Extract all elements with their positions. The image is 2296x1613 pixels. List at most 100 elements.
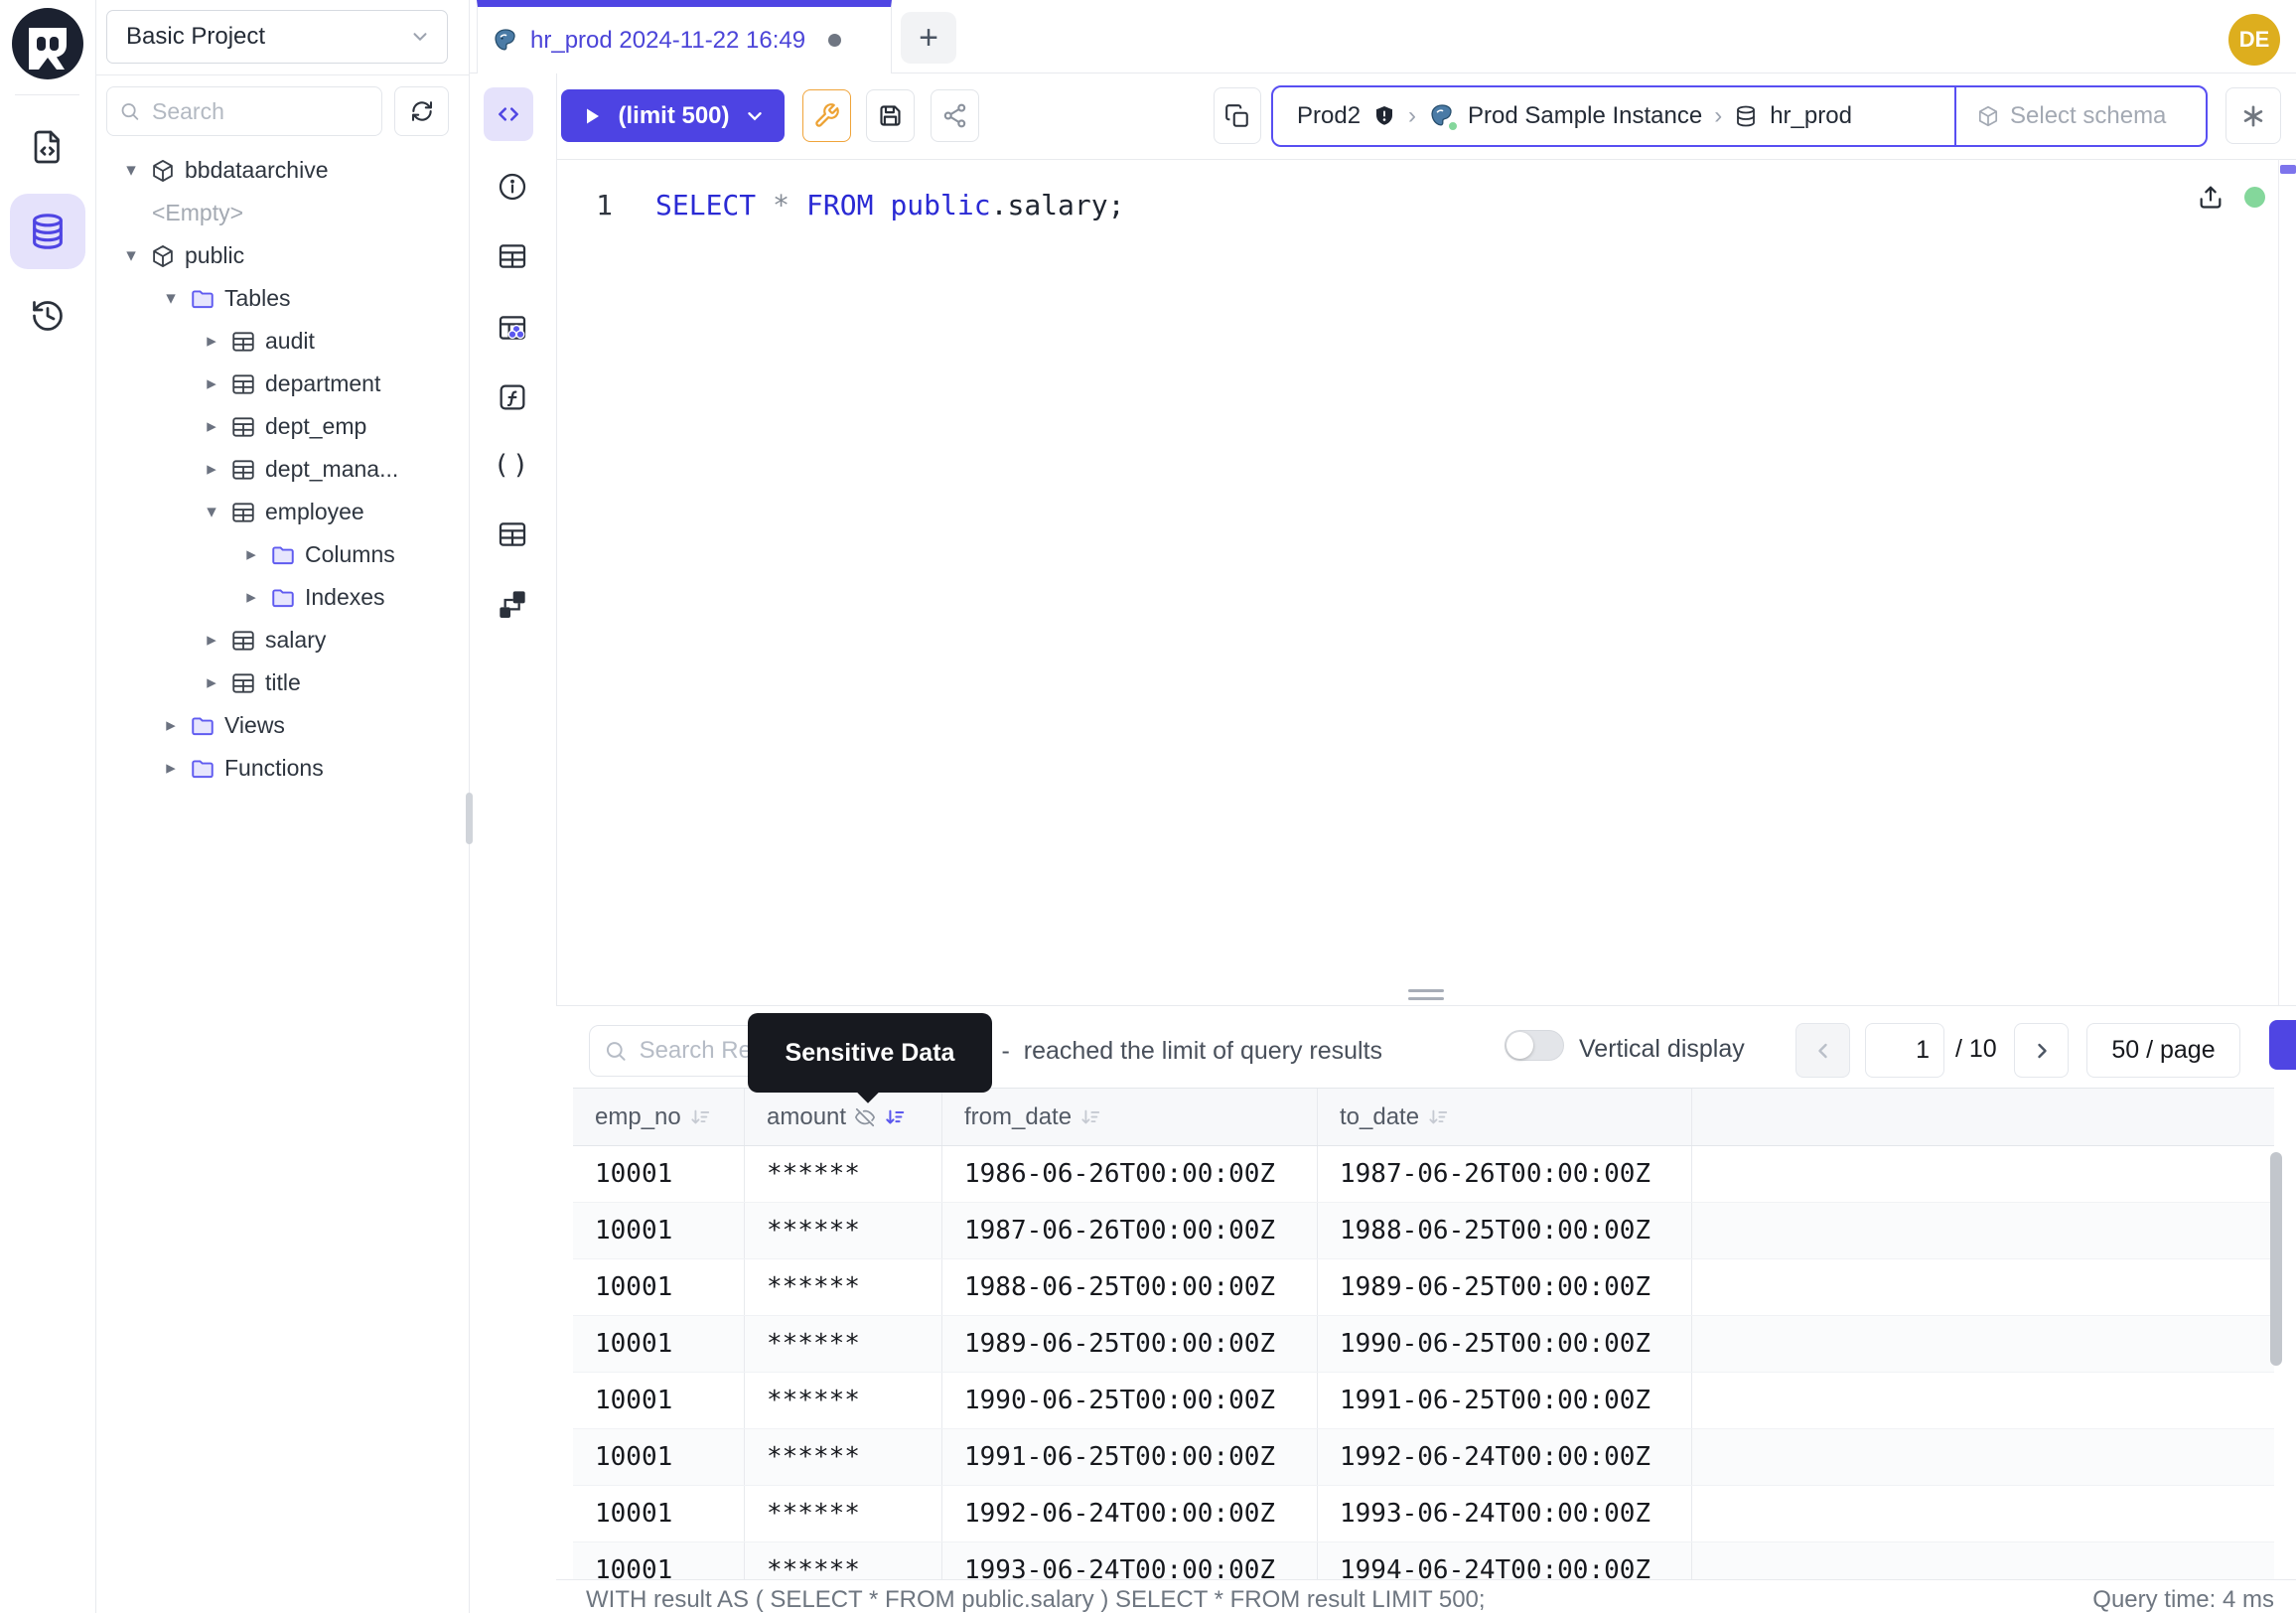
panel-resize-handle[interactable] <box>1408 989 1444 992</box>
cell-emp-no[interactable]: 10001 <box>573 1203 745 1258</box>
strip-item-info[interactable] <box>496 170 529 204</box>
sidebar-resize-handle[interactable] <box>466 793 473 844</box>
prev-page-button[interactable] <box>1795 1023 1850 1078</box>
cell-amount-masked[interactable]: ****** <box>745 1146 942 1202</box>
tree-item-functions-folder[interactable]: ▸ Functions <box>96 747 470 790</box>
eye-off-icon[interactable] <box>854 1106 876 1128</box>
sql-editor-line[interactable]: SELECT*FROMpublic.salary; <box>655 189 1124 221</box>
table-row-partial[interactable]: 10001 ****** 1993-06-24T00:00:00Z 1994-0… <box>573 1542 2274 1579</box>
sort-icon[interactable] <box>1079 1106 1101 1128</box>
tree-item-database[interactable]: ▾ bbdataarchive <box>96 149 470 192</box>
table-row[interactable]: 10001 ****** 1988-06-25T00:00:00Z 1989-0… <box>573 1259 2274 1316</box>
caret-down-icon[interactable]: ▾ <box>202 501 221 523</box>
tab-hr-prod[interactable]: hr_prod 2024-11-22 16:49 <box>477 0 892 73</box>
tree-item-table-title[interactable]: ▸ title <box>96 661 470 704</box>
strip-item-masked-data[interactable] <box>496 311 529 345</box>
tree-item-indexes-folder[interactable]: ▸ Indexes <box>96 576 470 619</box>
cell-to-date[interactable]: 1994-06-24T00:00:00Z <box>1318 1542 1692 1579</box>
strip-item-editor-active[interactable] <box>484 87 533 141</box>
caret-right-icon[interactable]: ▸ <box>161 714 181 737</box>
sort-icon[interactable] <box>1427 1106 1449 1128</box>
cell-to-date[interactable]: 1990-06-25T00:00:00Z <box>1318 1316 1692 1372</box>
cell-to-date[interactable]: 1993-06-24T00:00:00Z <box>1318 1486 1692 1541</box>
run-query-button[interactable]: (limit 500) <box>561 89 785 142</box>
tree-item-table-salary[interactable]: ▸ salary <box>96 619 470 661</box>
format-sql-button[interactable] <box>802 89 851 142</box>
cell-emp-no[interactable]: 10001 <box>573 1542 745 1579</box>
current-page-box[interactable]: 1 <box>1865 1023 1944 1078</box>
caret-right-icon[interactable]: ▸ <box>202 372 221 395</box>
cell-emp-no[interactable]: 10001 <box>573 1373 745 1428</box>
cell-emp-no[interactable]: 10001 <box>573 1259 745 1315</box>
tree-item-views-folder[interactable]: ▸ Views <box>96 704 470 747</box>
rail-item-worksheets[interactable] <box>30 129 66 165</box>
column-header-emp-no[interactable]: emp_no <box>573 1089 745 1145</box>
instance-label[interactable]: Prod Sample Instance <box>1468 102 1702 130</box>
cell-amount-masked[interactable]: ****** <box>745 1316 942 1372</box>
strip-item-schema-diagram[interactable] <box>496 587 529 621</box>
cell-to-date[interactable]: 1992-06-24T00:00:00Z <box>1318 1429 1692 1485</box>
cell-to-date[interactable]: 1988-06-25T00:00:00Z <box>1318 1203 1692 1258</box>
refresh-tree-button[interactable] <box>394 86 449 136</box>
cell-to-date[interactable]: 1989-06-25T00:00:00Z <box>1318 1259 1692 1315</box>
tree-item-table-department[interactable]: ▸ department <box>96 363 470 405</box>
chevron-down-icon[interactable] <box>744 105 766 127</box>
upload-sql-button[interactable] <box>2197 183 2224 211</box>
schema-selector[interactable]: Select schema <box>1954 87 2166 145</box>
next-page-button[interactable] <box>2014 1023 2069 1078</box>
caret-right-icon[interactable]: ▸ <box>161 757 181 780</box>
cell-from-date[interactable]: 1992-06-24T00:00:00Z <box>942 1486 1318 1541</box>
cell-amount-masked[interactable]: ****** <box>745 1486 942 1541</box>
batch-query-button[interactable] <box>1214 87 1261 144</box>
column-header-to-date[interactable]: to_date <box>1318 1089 1692 1145</box>
cell-emp-no[interactable]: 10001 <box>573 1146 745 1202</box>
caret-down-icon[interactable]: ▾ <box>161 287 181 310</box>
table-row[interactable]: 10001 ****** 1991-06-25T00:00:00Z 1992-0… <box>573 1429 2274 1486</box>
app-logo[interactable] <box>12 8 83 79</box>
caret-right-icon[interactable]: ▸ <box>202 671 221 694</box>
rail-item-databases-active[interactable] <box>10 194 85 269</box>
connection-context[interactable]: Prod2 › Prod Sample Instance › <box>1271 85 2208 147</box>
results-scrollbar-thumb[interactable] <box>2270 1152 2282 1366</box>
caret-right-icon[interactable]: ▸ <box>202 458 221 481</box>
database-label[interactable]: hr_prod <box>1770 102 1852 130</box>
rail-item-history[interactable] <box>30 298 66 334</box>
export-button-clipped[interactable] <box>2269 1020 2296 1070</box>
cell-emp-no[interactable]: 10001 <box>573 1429 745 1485</box>
tree-item-schema-public[interactable]: ▾ public <box>96 234 470 277</box>
table-row[interactable]: 10001 ****** 1989-06-25T00:00:00Z 1990-0… <box>573 1316 2274 1373</box>
caret-right-icon[interactable]: ▸ <box>202 330 221 353</box>
table-row[interactable]: 10001 ****** 1987-06-26T00:00:00Z 1988-0… <box>573 1203 2274 1259</box>
cell-amount-masked[interactable]: ****** <box>745 1542 942 1579</box>
cell-amount-masked[interactable]: ****** <box>745 1373 942 1428</box>
caret-down-icon[interactable]: ▾ <box>121 244 141 267</box>
cell-from-date[interactable]: 1990-06-25T00:00:00Z <box>942 1373 1318 1428</box>
tree-item-tables-folder[interactable]: ▾ Tables <box>96 277 470 320</box>
strip-item-external-tables[interactable] <box>496 517 529 551</box>
strip-item-functions[interactable] <box>496 380 529 414</box>
tree-item-columns-folder[interactable]: ▸ Columns <box>96 533 470 576</box>
table-row[interactable]: 10001 ****** 1986-06-26T00:00:00Z 1987-0… <box>573 1146 2274 1203</box>
caret-right-icon[interactable]: ▸ <box>241 543 261 566</box>
cell-from-date[interactable]: 1993-06-24T00:00:00Z <box>942 1542 1318 1579</box>
cell-emp-no[interactable]: 10001 <box>573 1486 745 1541</box>
share-sheet-button[interactable] <box>931 89 979 142</box>
cell-amount-masked[interactable]: ****** <box>745 1429 942 1485</box>
strip-item-tables[interactable] <box>496 239 529 273</box>
cell-amount-masked[interactable]: ****** <box>745 1259 942 1315</box>
cell-emp-no[interactable]: 10001 <box>573 1316 745 1372</box>
cell-from-date[interactable]: 1988-06-25T00:00:00Z <box>942 1259 1318 1315</box>
tree-item-table-employee[interactable]: ▾ employee <box>96 491 470 533</box>
tree-item-table-dept-manager[interactable]: ▸ dept_mana... <box>96 448 470 491</box>
cell-from-date[interactable]: 1987-06-26T00:00:00Z <box>942 1203 1318 1258</box>
caret-right-icon[interactable]: ▸ <box>202 415 221 438</box>
save-sheet-button[interactable] <box>866 89 915 142</box>
sidebar-search-input[interactable] <box>150 97 369 126</box>
ai-assistant-button[interactable] <box>2225 87 2281 144</box>
avatar[interactable]: DE <box>2228 14 2280 66</box>
panel-resize-handle[interactable] <box>1408 997 1444 1000</box>
cell-from-date[interactable]: 1986-06-26T00:00:00Z <box>942 1146 1318 1202</box>
page-size-select[interactable]: 50 / page <box>2086 1023 2240 1078</box>
sort-icon[interactable] <box>689 1106 711 1128</box>
table-row[interactable]: 10001 ****** 1990-06-25T00:00:00Z 1991-0… <box>573 1373 2274 1429</box>
